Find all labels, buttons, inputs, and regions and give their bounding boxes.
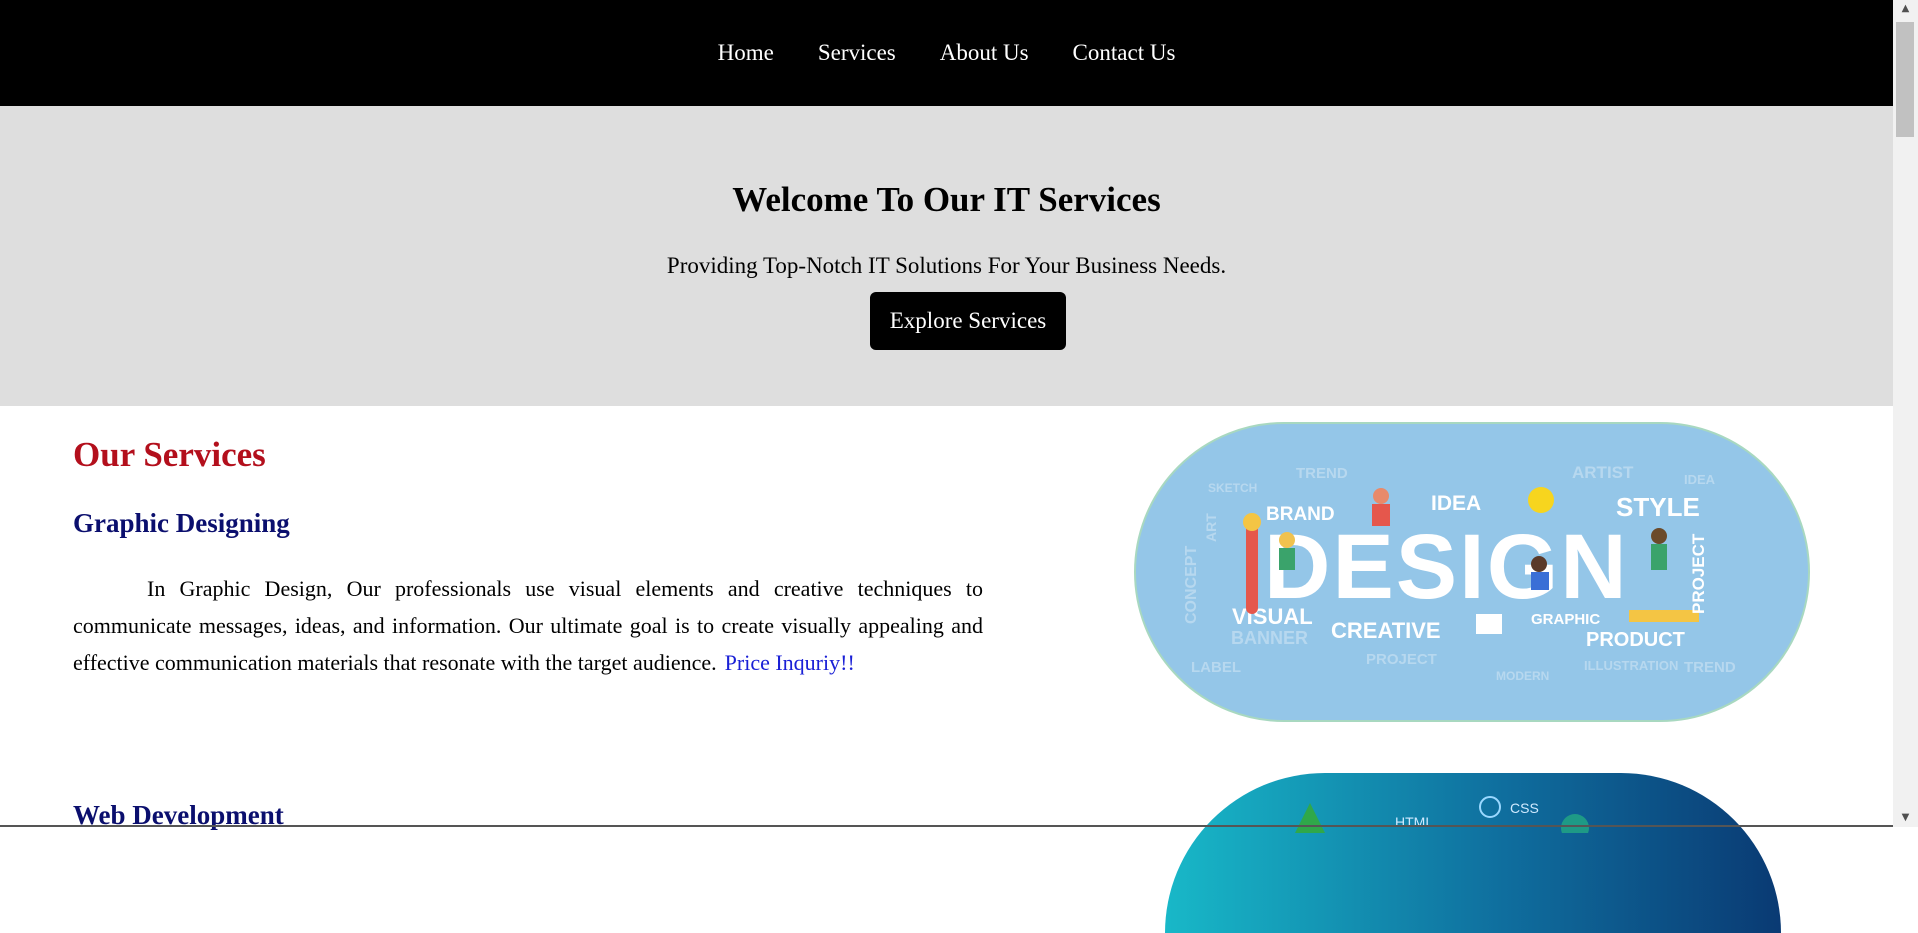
- word-illustration: ILLUSTRATION: [1584, 658, 1678, 673]
- word-artist: ARTIST: [1572, 463, 1634, 482]
- services-heading: Our Services: [73, 435, 266, 474]
- word-css: CSS: [1510, 800, 1539, 816]
- word-visual: VISUAL: [1232, 604, 1313, 629]
- person-figure: [1373, 488, 1389, 504]
- word-banner: BANNER: [1231, 628, 1308, 648]
- top-navigation: Home Services About Us Contact Us: [0, 0, 1893, 106]
- word-modern: MODERN: [1496, 669, 1549, 683]
- nav-about-link[interactable]: About Us: [918, 40, 1051, 66]
- word-brand: BRAND: [1266, 504, 1335, 525]
- word-sketch: SKETCH: [1208, 481, 1257, 495]
- hero-subtitle: Providing Top-Notch IT Solutions For You…: [666, 253, 1227, 278]
- brush-shape: [1246, 524, 1258, 614]
- word-design-main: DESIGN: [1264, 516, 1629, 618]
- word-html: HTML: [1395, 814, 1433, 830]
- word-product: PRODUCT: [1586, 629, 1685, 651]
- word-label: LABEL: [1191, 659, 1241, 676]
- vertical-scrollbar[interactable]: ▲ ▼: [1893, 0, 1918, 827]
- scrollbar-thumb[interactable]: [1896, 22, 1914, 137]
- word-trend-2: TREND: [1684, 659, 1736, 676]
- word-creative: CREATIVE: [1331, 618, 1441, 643]
- hero-title: Welcome To Our IT Services: [732, 180, 1161, 219]
- graphic-design-illustration: TREND SKETCH ARTIST IDEA LABEL MODERN IL…: [1134, 422, 1810, 722]
- design-illustration-svg: TREND SKETCH ARTIST IDEA LABEL MODERN IL…: [1183, 463, 1736, 683]
- word-project: PROJECT: [1366, 651, 1437, 668]
- hero-section: Welcome To Our IT Services Providing Top…: [0, 106, 1893, 406]
- nav-services-link[interactable]: Services: [796, 40, 918, 66]
- scroll-up-arrow-icon[interactable]: ▲: [1893, 0, 1918, 18]
- word-style: STYLE: [1616, 492, 1700, 522]
- nav-contact-link[interactable]: Contact Us: [1051, 40, 1198, 66]
- web-illustration-svg: CSS HTML: [1295, 796, 1589, 842]
- lightbulb-icon: [1528, 487, 1554, 513]
- word-idea-small: IDEA: [1684, 472, 1716, 487]
- word-project-vertical: PROJECT: [1689, 533, 1708, 614]
- web-development-illustration: CSS HTML: [1165, 773, 1781, 933]
- word-art: ART: [1203, 513, 1219, 542]
- service-title-graphic-design: Graphic Designing: [73, 508, 290, 538]
- scroll-down-arrow-icon[interactable]: ▼: [1893, 809, 1918, 827]
- nav-home-link[interactable]: Home: [696, 40, 796, 66]
- service-description-graphic-design: In Graphic Design, Our professionals use…: [73, 570, 983, 681]
- explore-services-button[interactable]: Explore Services: [870, 292, 1066, 350]
- price-inquiry-link[interactable]: Price Inquriy!!: [725, 650, 855, 675]
- word-concept: CONCEPT: [1183, 546, 1200, 624]
- word-trend: TREND: [1296, 465, 1348, 482]
- word-idea: IDEA: [1431, 492, 1481, 515]
- word-graphic: GRAPHIC: [1531, 611, 1600, 628]
